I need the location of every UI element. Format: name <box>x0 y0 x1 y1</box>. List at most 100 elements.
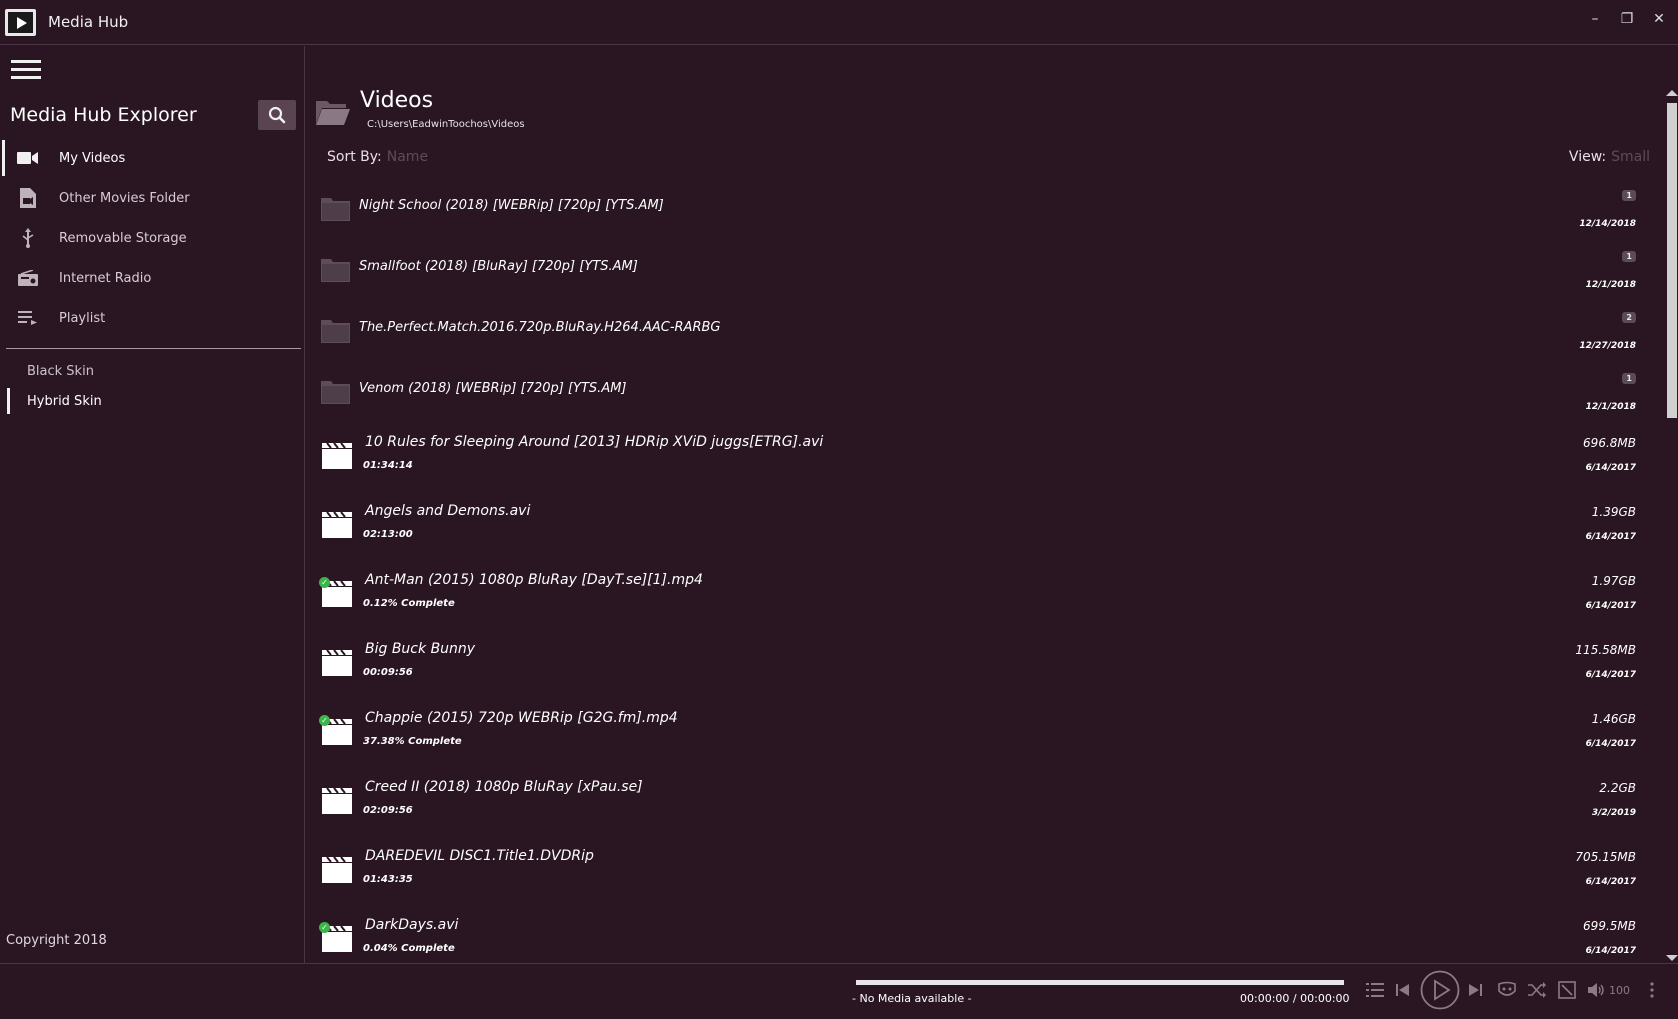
skin-selector: Black Skin Hybrid Skin <box>0 356 305 416</box>
folder-row[interactable]: Smallfoot (2018) [BluRay] [720p] [YTS.AM… <box>306 241 1656 302</box>
sidebar-item-internet-radio[interactable]: Internet Radio <box>0 258 305 298</box>
clapperboard-icon <box>322 856 352 883</box>
playlist-toggle-icon[interactable] <box>1366 983 1384 997</box>
item-count-badge: 1 <box>1622 190 1636 201</box>
skin-item-hybrid[interactable]: Hybrid Skin <box>0 386 305 416</box>
item-count-badge: 1 <box>1622 251 1636 262</box>
sidebar-item-playlist[interactable]: Playlist <box>0 298 305 338</box>
time-separator: / <box>1292 992 1297 1005</box>
sidebar-title: Media Hub Explorer <box>10 104 197 126</box>
app-title: Media Hub <box>48 13 129 31</box>
window-controls: – ❐ ✕ <box>1588 12 1666 26</box>
video-duration: 01:43:35 <box>363 874 413 885</box>
subtitles-icon[interactable] <box>1498 981 1516 999</box>
folder-row[interactable]: Night School (2018) [WEBRip] [720p] [YTS… <box>306 180 1656 241</box>
radio-icon <box>17 268 39 288</box>
video-row[interactable]: ✓ DarkDays.avi 0.04% Complete 699.5MB 6/… <box>306 907 1656 963</box>
video-name: Creed II (2018) 1080p BluRay [xPau.se] <box>365 779 643 795</box>
clapperboard-icon <box>322 442 352 469</box>
video-progress: 0.12% Complete <box>363 598 455 609</box>
scrollbar-thumb[interactable] <box>1667 103 1677 418</box>
video-name: DAREDEVIL DISC1.Title1.DVDRip <box>365 848 594 864</box>
video-name: Chappie (2015) 720p WEBRip [G2G.fm].mp4 <box>365 710 678 726</box>
more-options-icon[interactable] <box>1650 982 1654 998</box>
video-row[interactable]: 10 Rules for Sleeping Around [2013] HDRi… <box>306 424 1656 493</box>
folder-row[interactable]: Venom (2018) [WEBRip] [720p] [YTS.AM] 1 … <box>306 363 1656 424</box>
video-row[interactable]: Angels and Demons.avi 02:13:00 1.39GB 6/… <box>306 493 1656 562</box>
sidebar-nav: My Videos Other Movies Folder Removable … <box>0 138 305 338</box>
video-size: 696.8MB <box>1583 436 1636 450</box>
volume-icon[interactable] <box>1588 982 1606 998</box>
sidebar-divider <box>6 348 301 349</box>
shuffle-icon[interactable] <box>1528 982 1546 998</box>
next-track-icon[interactable] <box>1468 983 1482 997</box>
video-name: Ant-Man (2015) 1080p BluRay [DayT.se][1]… <box>365 572 703 588</box>
video-name: 10 Rules for Sleeping Around [2013] HDRi… <box>365 434 824 450</box>
video-date: 6/14/2017 <box>1585 739 1636 749</box>
clapperboard-icon <box>322 787 352 814</box>
video-name: Angels and Demons.avi <box>365 503 531 519</box>
video-date: 6/14/2017 <box>1585 670 1636 680</box>
copyright-text: Copyright 2018 <box>6 933 107 948</box>
video-name: DarkDays.avi <box>365 917 459 933</box>
hamburger-menu-icon[interactable] <box>11 60 41 80</box>
video-row[interactable]: DAREDEVIL DISC1.Title1.DVDRip 01:43:35 7… <box>306 838 1656 907</box>
view-value[interactable]: Small <box>1611 149 1650 165</box>
video-size: 1.97GB <box>1591 574 1636 588</box>
video-name: Big Buck Bunny <box>365 641 476 657</box>
video-size: 1.46GB <box>1591 712 1636 726</box>
watched-check-icon: ✓ <box>319 922 330 933</box>
play-button-icon[interactable] <box>1420 970 1460 1010</box>
sort-by-control[interactable]: Sort By: Name <box>327 149 428 165</box>
video-size: 1.39GB <box>1591 505 1636 519</box>
video-row[interactable]: Creed II (2018) 1080p BluRay [xPau.se] 0… <box>306 769 1656 838</box>
video-row[interactable]: ✓ Chappie (2015) 720p WEBRip [G2G.fm].mp… <box>306 700 1656 769</box>
search-icon <box>268 106 286 124</box>
open-folder-icon <box>316 101 350 125</box>
scroll-up-arrow-icon[interactable] <box>1666 90 1678 96</box>
sidebar-item-label: Playlist <box>59 310 106 326</box>
sidebar-item-my-videos[interactable]: My Videos <box>0 138 305 178</box>
sidebar: Media Hub Explorer My Videos Other Movie… <box>0 46 305 963</box>
video-date: 6/14/2017 <box>1585 532 1636 542</box>
sidebar-item-label: Internet Radio <box>59 270 152 286</box>
folder-name: The.Perfect.Match.2016.720p.BluRay.H264.… <box>359 320 721 335</box>
sort-by-value[interactable]: Name <box>387 149 428 165</box>
folder-name: Night School (2018) [WEBRip] [720p] [YTS… <box>359 198 664 213</box>
sidebar-item-other-movies[interactable]: Other Movies Folder <box>0 178 305 218</box>
video-size: 699.5MB <box>1583 919 1636 933</box>
movie-file-icon <box>17 188 39 208</box>
minimize-button[interactable]: – <box>1588 12 1602 26</box>
skin-item-black[interactable]: Black Skin <box>0 356 305 386</box>
folder-name: Venom (2018) [WEBRip] [720p] [YTS.AM] <box>359 381 627 396</box>
fullscreen-icon[interactable] <box>1558 981 1576 999</box>
sidebar-item-removable-storage[interactable]: Removable Storage <box>0 218 305 258</box>
vertical-scrollbar[interactable] <box>1664 88 1678 963</box>
folder-date: 12/27/2018 <box>1579 341 1636 351</box>
app-logo-icon <box>5 8 36 36</box>
previous-track-icon[interactable] <box>1396 983 1410 997</box>
current-time: 00:00:00 <box>1240 992 1290 1005</box>
folder-name: Smallfoot (2018) [BluRay] [720p] [YTS.AM… <box>359 259 638 274</box>
item-count-badge: 2 <box>1622 312 1636 323</box>
page-path: C:\Users\EadwinToochos\Videos <box>367 119 525 130</box>
folder-icon <box>321 381 350 404</box>
folder-icon <box>321 198 350 221</box>
close-button[interactable]: ✕ <box>1652 12 1666 26</box>
video-row[interactable]: ✓ Ant-Man (2015) 1080p BluRay [DayT.se][… <box>306 562 1656 631</box>
restore-button[interactable]: ❐ <box>1620 12 1634 26</box>
video-size: 2.2GB <box>1599 781 1636 795</box>
volume-level[interactable]: 100 <box>1609 984 1630 997</box>
search-button[interactable] <box>258 100 296 130</box>
video-progress: 0.04% Complete <box>363 943 455 954</box>
seek-bar[interactable] <box>856 980 1344 985</box>
video-row[interactable]: Big Buck Bunny 00:09:56 115.58MB 6/14/20… <box>306 631 1656 700</box>
view-control[interactable]: View: Small <box>1569 149 1650 165</box>
clapperboard-icon <box>322 511 352 538</box>
video-date: 6/14/2017 <box>1585 946 1636 956</box>
video-duration: 02:09:56 <box>363 805 413 816</box>
video-date: 6/14/2017 <box>1585 877 1636 887</box>
folder-row[interactable]: The.Perfect.Match.2016.720p.BluRay.H264.… <box>306 302 1656 363</box>
sort-by-label: Sort By: <box>327 149 382 165</box>
scroll-down-arrow-icon[interactable] <box>1666 955 1678 961</box>
